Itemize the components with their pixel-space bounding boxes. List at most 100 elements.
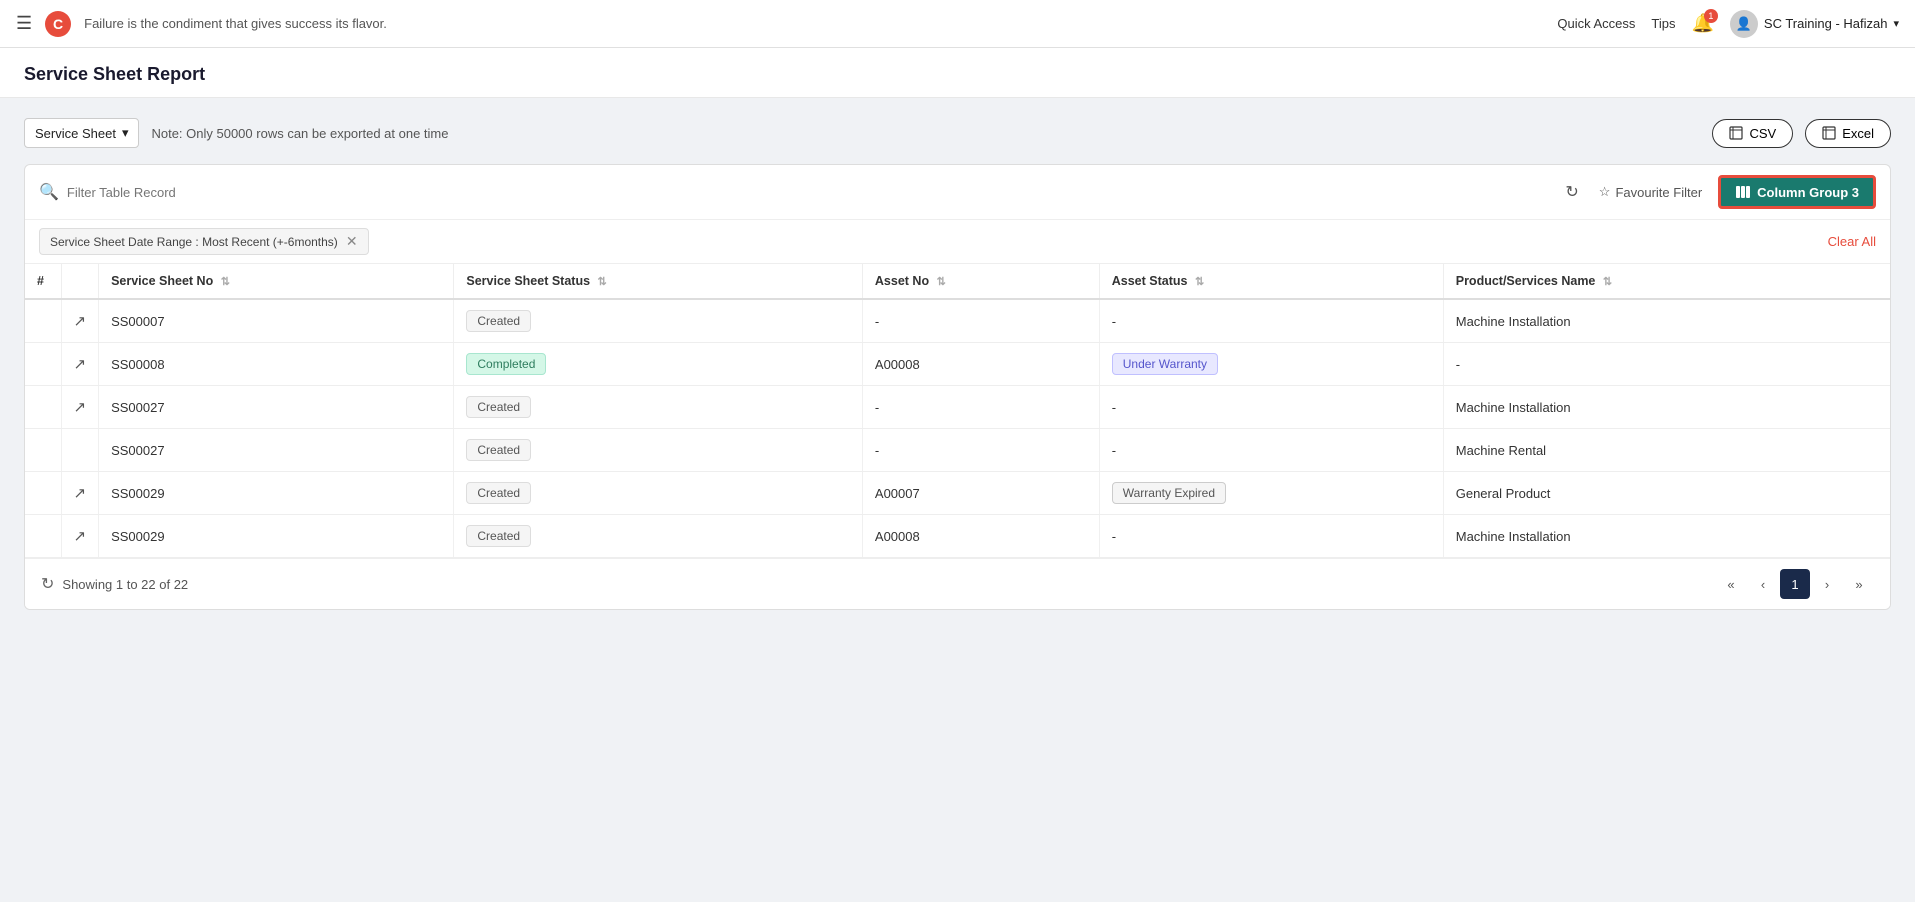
cell-ss-no: SS00027 xyxy=(99,386,454,429)
main-content: Service Sheet ▾ Note: Only 50000 rows ca… xyxy=(0,98,1915,630)
cell-asset-no: A00008 xyxy=(862,343,1099,386)
pagination: « ‹ 1 › » xyxy=(1716,569,1874,599)
cell-ss-status: Created xyxy=(454,386,863,429)
status-badge: Created xyxy=(466,525,531,547)
cell-ss-status: Created xyxy=(454,299,863,343)
clear-all-button[interactable]: Clear All xyxy=(1828,234,1876,249)
cell-product-name: Machine Installation xyxy=(1443,515,1890,558)
menu-icon[interactable]: ☰ xyxy=(16,13,32,34)
row-num-cell xyxy=(25,386,61,429)
cell-asset-no: - xyxy=(862,429,1099,472)
row-link-cell[interactable]: ↗ xyxy=(61,472,99,515)
table-footer: ↻ Showing 1 to 22 of 22 « ‹ 1 › » xyxy=(25,558,1890,609)
asset-status-badge: Under Warranty xyxy=(1112,353,1218,375)
table-row: ↗SS00008CompletedA00008Under Warranty- xyxy=(25,343,1890,386)
row-num-cell xyxy=(25,472,61,515)
col-header-product-name[interactable]: Product/Services Name ⇅ xyxy=(1443,264,1890,299)
search-icon: 🔍 xyxy=(39,182,59,202)
cell-ss-no: SS00027 xyxy=(99,429,454,472)
cell-asset-no: A00007 xyxy=(862,472,1099,515)
tagline-text: Failure is the condiment that gives succ… xyxy=(84,16,387,31)
user-menu[interactable]: 👤 SC Training - Hafizah ▾ xyxy=(1730,10,1899,38)
cell-ss-status: Created xyxy=(454,429,863,472)
cell-ss-no: SS00007 xyxy=(99,299,454,343)
column-group-button[interactable]: Column Group 3 xyxy=(1718,175,1876,209)
cell-asset-no: A00008 xyxy=(862,515,1099,558)
external-link-icon[interactable]: ↗ xyxy=(74,313,87,330)
sort-icon-asset-status: ⇅ xyxy=(1195,276,1204,288)
row-link-cell[interactable]: ↗ xyxy=(61,343,99,386)
status-badge: Created xyxy=(466,439,531,461)
dropdown-label: Service Sheet xyxy=(35,126,116,141)
external-link-icon[interactable]: ↗ xyxy=(74,356,87,373)
col-header-asset-no[interactable]: Asset No ⇅ xyxy=(862,264,1099,299)
avatar: 👤 xyxy=(1730,10,1758,38)
cell-asset-status: Under Warranty xyxy=(1099,343,1443,386)
favourite-filter-button[interactable]: ☆ Favourite Filter xyxy=(1591,180,1710,204)
top-navigation: ☰ C Failure is the condiment that gives … xyxy=(0,0,1915,48)
row-link-cell[interactable]: ↗ xyxy=(61,515,99,558)
cell-ss-status: Completed xyxy=(454,343,863,386)
col-header-link xyxy=(61,264,99,299)
current-page-button[interactable]: 1 xyxy=(1780,569,1810,599)
page-title: Service Sheet Report xyxy=(24,64,1891,85)
cell-ss-status: Created xyxy=(454,472,863,515)
sort-icon-ss-no: ⇅ xyxy=(221,276,230,288)
status-badge: Created xyxy=(466,310,531,332)
showing-text: Showing 1 to 22 of 22 xyxy=(62,577,188,592)
svg-text:C: C xyxy=(53,16,63,32)
csv-export-button[interactable]: CSV xyxy=(1712,119,1793,148)
sort-icon-product-name: ⇅ xyxy=(1603,276,1612,288)
status-badge: Created xyxy=(466,396,531,418)
row-link-cell[interactable]: ↗ xyxy=(61,386,99,429)
csv-icon xyxy=(1729,126,1743,140)
cell-product-name: General Product xyxy=(1443,472,1890,515)
active-filter-tag: Service Sheet Date Range : Most Recent (… xyxy=(39,228,369,255)
service-sheet-dropdown[interactable]: Service Sheet ▾ xyxy=(24,118,139,148)
last-page-button[interactable]: » xyxy=(1844,569,1874,599)
col-header-asset-status[interactable]: Asset Status ⇅ xyxy=(1099,264,1443,299)
cell-asset-no: - xyxy=(862,386,1099,429)
cell-asset-status: Warranty Expired xyxy=(1099,472,1443,515)
notification-badge: 1 xyxy=(1704,9,1718,23)
filter-row: 🔍 ↻ ☆ Favourite Filter Column Group 3 xyxy=(25,165,1890,220)
sort-icon-ss-status: ⇅ xyxy=(598,276,607,288)
notification-icon[interactable]: 🔔 1 xyxy=(1691,13,1713,34)
user-name-label: SC Training - Hafizah xyxy=(1764,16,1888,31)
prev-page-button[interactable]: ‹ xyxy=(1748,569,1778,599)
first-page-button[interactable]: « xyxy=(1716,569,1746,599)
cell-asset-status: - xyxy=(1099,386,1443,429)
tips-button[interactable]: Tips xyxy=(1651,16,1675,31)
cell-asset-status: - xyxy=(1099,299,1443,343)
filter-tag-text: Service Sheet Date Range : Most Recent (… xyxy=(50,235,338,249)
refresh-footer-icon[interactable]: ↻ xyxy=(41,574,54,594)
external-link-icon[interactable]: ↗ xyxy=(74,485,87,502)
fav-filter-label: Favourite Filter xyxy=(1615,185,1702,200)
dropdown-chevron-icon: ▾ xyxy=(122,125,129,141)
brand-logo: C xyxy=(44,10,72,38)
col-header-num: # xyxy=(25,264,61,299)
table-header-row: # Service Sheet No ⇅ Service Sheet Statu… xyxy=(25,264,1890,299)
controls-bar: Service Sheet ▾ Note: Only 50000 rows ca… xyxy=(24,118,1891,148)
status-badge: Created xyxy=(466,482,531,504)
table-row: ↗SS00027Created--Machine Installation xyxy=(25,386,1890,429)
refresh-filter-icon[interactable]: ↻ xyxy=(1561,178,1582,206)
next-page-button[interactable]: › xyxy=(1812,569,1842,599)
note-text: Note: Only 50000 rows can be exported at… xyxy=(151,126,1700,141)
cell-product-name: - xyxy=(1443,343,1890,386)
active-filters-row: Service Sheet Date Range : Most Recent (… xyxy=(25,220,1890,264)
col-header-ss-status[interactable]: Service Sheet Status ⇅ xyxy=(454,264,863,299)
external-link-icon[interactable]: ↗ xyxy=(74,528,87,545)
table-scroll-wrapper: # Service Sheet No ⇅ Service Sheet Statu… xyxy=(25,264,1890,558)
cell-asset-status: - xyxy=(1099,429,1443,472)
row-link-cell[interactable]: ↗ xyxy=(61,299,99,343)
table-row: ↗SS00029CreatedA00008-Machine Installati… xyxy=(25,515,1890,558)
external-link-icon[interactable]: ↗ xyxy=(74,399,87,416)
filter-tag-close-icon[interactable]: ✕ xyxy=(346,233,358,250)
cell-product-name: Machine Installation xyxy=(1443,386,1890,429)
quick-access-button[interactable]: Quick Access xyxy=(1557,16,1635,31)
col-header-ss-no[interactable]: Service Sheet No ⇅ xyxy=(99,264,454,299)
excel-export-button[interactable]: Excel xyxy=(1805,119,1891,148)
search-input[interactable] xyxy=(67,185,1553,200)
cell-ss-status: Created xyxy=(454,515,863,558)
